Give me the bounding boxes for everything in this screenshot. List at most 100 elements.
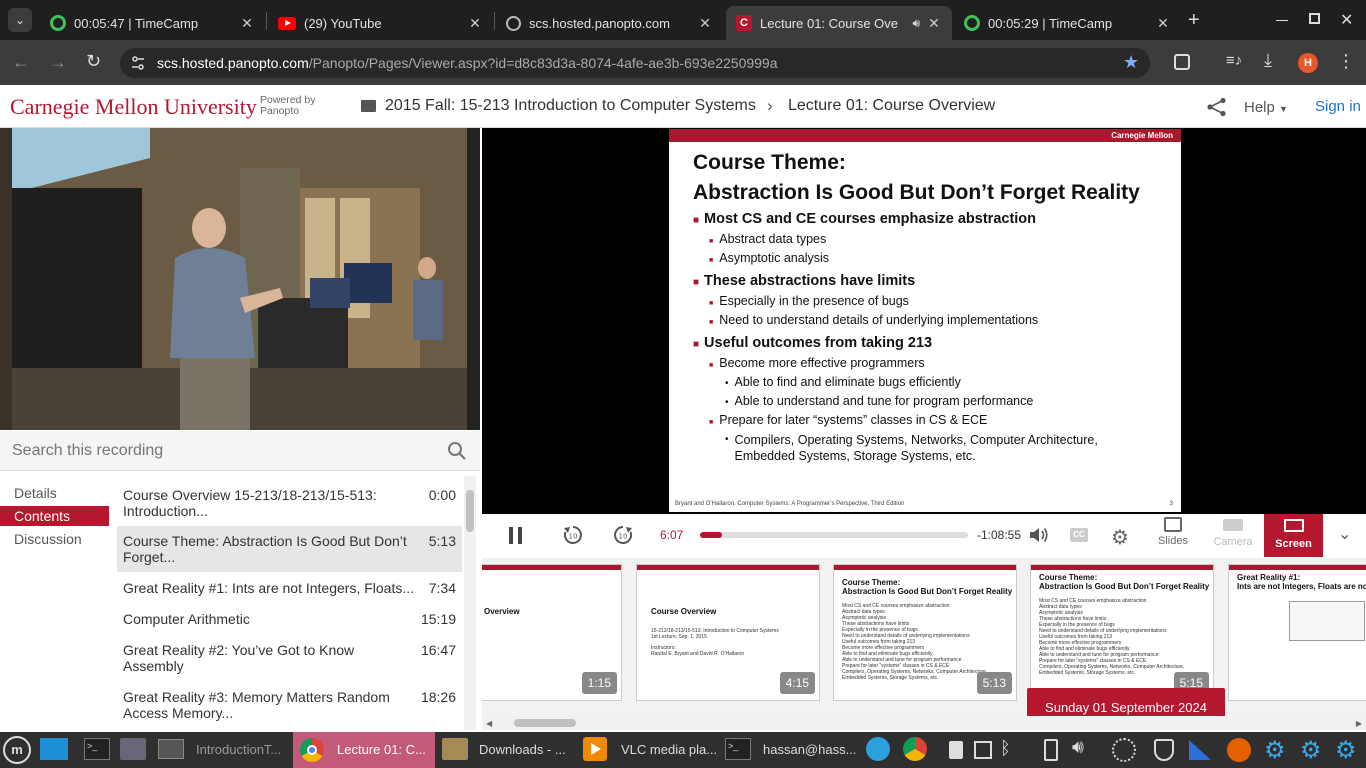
youtube-icon — [278, 16, 296, 30]
search-icon[interactable] — [447, 441, 467, 461]
close-window-button[interactable]: ✕ — [1340, 10, 1353, 30]
breadcrumb-folder[interactable]: 2015 Fall: 15-213 Introduction to Comput… — [385, 97, 756, 115]
settings-gear-icon[interactable]: ⚙ — [1111, 525, 1129, 550]
site-info-icon[interactable] — [130, 55, 146, 71]
contents-item[interactable]: Great Reality #2: You’ve Got to Know Ass… — [117, 635, 462, 681]
close-icon[interactable]: ✕ — [697, 15, 713, 32]
nav-item-details[interactable]: Details — [14, 485, 57, 501]
thumbnail-time-badge: 4:15 — [779, 672, 815, 694]
telegram-icon[interactable] — [866, 737, 890, 761]
thumbnail-time-badge: 5:13 — [976, 672, 1012, 694]
thumbnail[interactable]: Course Theme: Abstraction Is Good But Don… — [1030, 564, 1214, 701]
browser-menu-icon[interactable]: ⋮ — [1337, 51, 1355, 72]
breadcrumb-session: Lecture 01: Course Overview — [788, 97, 996, 114]
settings-gear-icon[interactable]: ⚙ — [1264, 736, 1286, 765]
nav-item-discussion[interactable]: Discussion — [14, 531, 82, 547]
reload-icon[interactable]: ↻ — [86, 51, 101, 72]
terminal-icon[interactable]: >_ — [84, 738, 110, 760]
thumbnail[interactable]: Course Overview 15-213/18-213/15-513: In… — [636, 564, 820, 701]
contents-scrollbar[interactable] — [464, 476, 476, 730]
forward-10-icon[interactable]: 10 — [612, 524, 634, 546]
thumbnail-scrollbar[interactable]: ◀ ▶ — [482, 716, 1366, 730]
browser-tab-lecture[interactable]: C Lecture 01: Course Ove 🔊︎ ✕ — [726, 6, 952, 40]
search-input[interactable] — [12, 440, 432, 462]
browser-tab-timecamp-2[interactable]: 00:05:29 | TimeCamp ✕ — [954, 6, 1181, 40]
pause-button[interactable] — [508, 527, 524, 544]
thumbnail[interactable]: Course Theme: Abstraction Is Good But Don… — [833, 564, 1017, 701]
scroll-right-icon[interactable]: ▶ — [1356, 719, 1362, 728]
network-signal-icon[interactable] — [1189, 740, 1211, 760]
download-icon[interactable]: ⤓ — [1264, 50, 1272, 71]
minimize-button[interactable] — [1276, 20, 1288, 21]
bookmark-star-icon[interactable]: ★ — [1123, 52, 1139, 73]
close-icon[interactable]: ✕ — [926, 15, 942, 32]
extensions-icon[interactable] — [1174, 54, 1190, 70]
app-tray-icon[interactable] — [949, 741, 963, 759]
browser-tab-timecamp-1[interactable]: 00:05:47 | TimeCamp ✕ — [40, 6, 265, 40]
slides-stream-button[interactable]: Slides — [1150, 517, 1196, 551]
volume-icon[interactable]: 🔊︎ — [1072, 737, 1084, 759]
cmu-icon: C — [736, 15, 752, 31]
share-icon[interactable] — [1206, 97, 1228, 117]
seek-bar[interactable] — [700, 532, 968, 538]
url-text[interactable]: scs.hosted.panopto.com/Panopto/Pages/Vie… — [157, 55, 778, 71]
settings-gear-icon[interactable]: ⚙ — [1300, 736, 1322, 765]
volume-icon[interactable] — [1028, 526, 1050, 544]
speaker-icon[interactable]: 🔊︎ — [912, 16, 920, 31]
taskbar-item[interactable]: VLC media pla... — [621, 742, 717, 757]
window-icon[interactable] — [158, 739, 184, 759]
scrollbar-thumb[interactable] — [514, 719, 576, 727]
taskbar-item[interactable]: hassan@hass... — [763, 742, 856, 757]
sign-in-link[interactable]: Sign in — [1315, 98, 1361, 115]
back-icon[interactable]: ← — [12, 52, 30, 73]
app-tray-icon[interactable] — [974, 741, 992, 759]
terminal-icon[interactable]: >_ — [725, 738, 751, 760]
close-icon[interactable]: ✕ — [467, 15, 483, 32]
new-tab-button[interactable]: + — [1188, 9, 1200, 32]
battery-icon[interactable] — [1044, 739, 1058, 761]
settings-gear-icon[interactable]: ⚙ — [1335, 736, 1357, 765]
profile-avatar[interactable]: H — [1298, 53, 1318, 73]
mint-menu-icon[interactable]: m — [3, 736, 31, 764]
close-icon[interactable]: ✕ — [1155, 15, 1171, 32]
network-tool-icon[interactable] — [120, 738, 146, 760]
taskbar-item-label: Lecture 01: C... — [337, 742, 426, 757]
bluetooth-icon[interactable]: ᛒ — [1000, 738, 1011, 759]
rewind-10-icon[interactable]: 10 — [562, 524, 584, 546]
file-manager-icon[interactable] — [442, 738, 468, 760]
cmu-logo[interactable]: Carnegie Mellon University — [10, 94, 257, 120]
contents-item[interactable]: Great Reality #3: Memory Matters Random … — [117, 682, 462, 728]
contents-item[interactable]: Great Reality #1: Ints are not Integers,… — [117, 573, 462, 604]
camera-stream-button[interactable]: Camera — [1208, 517, 1258, 551]
browser-tab-youtube[interactable]: (29) YouTube ✕ — [268, 6, 493, 40]
screen-stream-button[interactable]: Screen — [1264, 514, 1323, 557]
media-controls-icon[interactable]: ≡♪ — [1226, 52, 1242, 69]
show-desktop-icon[interactable] — [40, 738, 68, 760]
help-menu[interactable]: Help ▼ — [1244, 99, 1288, 116]
elapsed-time: 6:07 — [660, 528, 684, 542]
chevron-down-icon[interactable]: ⌄ — [1338, 524, 1351, 544]
thumbnail[interactable]: Great Reality #1: Ints are not Integers, … — [1228, 564, 1366, 701]
captions-icon[interactable]: CC — [1070, 528, 1088, 542]
firefox-icon[interactable] — [1227, 738, 1251, 762]
camera-video[interactable] — [0, 128, 480, 430]
shield-icon[interactable] — [1154, 739, 1174, 761]
vlc-icon[interactable] — [583, 737, 607, 761]
contents-item[interactable]: Computer Arithmetic 15:19 — [117, 604, 462, 635]
contents-item[interactable]: Course Overview 15-213/18-213/15-513: In… — [117, 480, 462, 526]
slide-view[interactable]: Carnegie Mellon Course Theme: Abstraction… — [669, 129, 1181, 512]
scroll-left-icon[interactable]: ◀ — [486, 719, 492, 728]
forward-icon[interactable]: → — [49, 52, 67, 73]
chrome-icon[interactable] — [903, 737, 927, 761]
maximize-button[interactable] — [1309, 13, 1320, 24]
browser-tab-panopto[interactable]: scs.hosted.panopto.com ✕ — [496, 6, 723, 40]
scrollbar-thumb[interactable] — [466, 490, 474, 532]
tab-search-button[interactable]: ⌄ — [8, 8, 32, 32]
taskbar-item[interactable]: Downloads - ... — [479, 742, 566, 757]
close-icon[interactable]: ✕ — [239, 15, 255, 32]
clock-icon[interactable] — [1112, 738, 1136, 762]
contents-item-selected[interactable]: Course Theme: Abstraction Is Good But Do… — [117, 526, 462, 572]
taskbar-item[interactable]: IntroductionT... — [196, 742, 281, 757]
thumbnail[interactable]: Overview 1:15 — [482, 564, 622, 701]
nav-item-contents[interactable]: Contents — [14, 508, 70, 524]
